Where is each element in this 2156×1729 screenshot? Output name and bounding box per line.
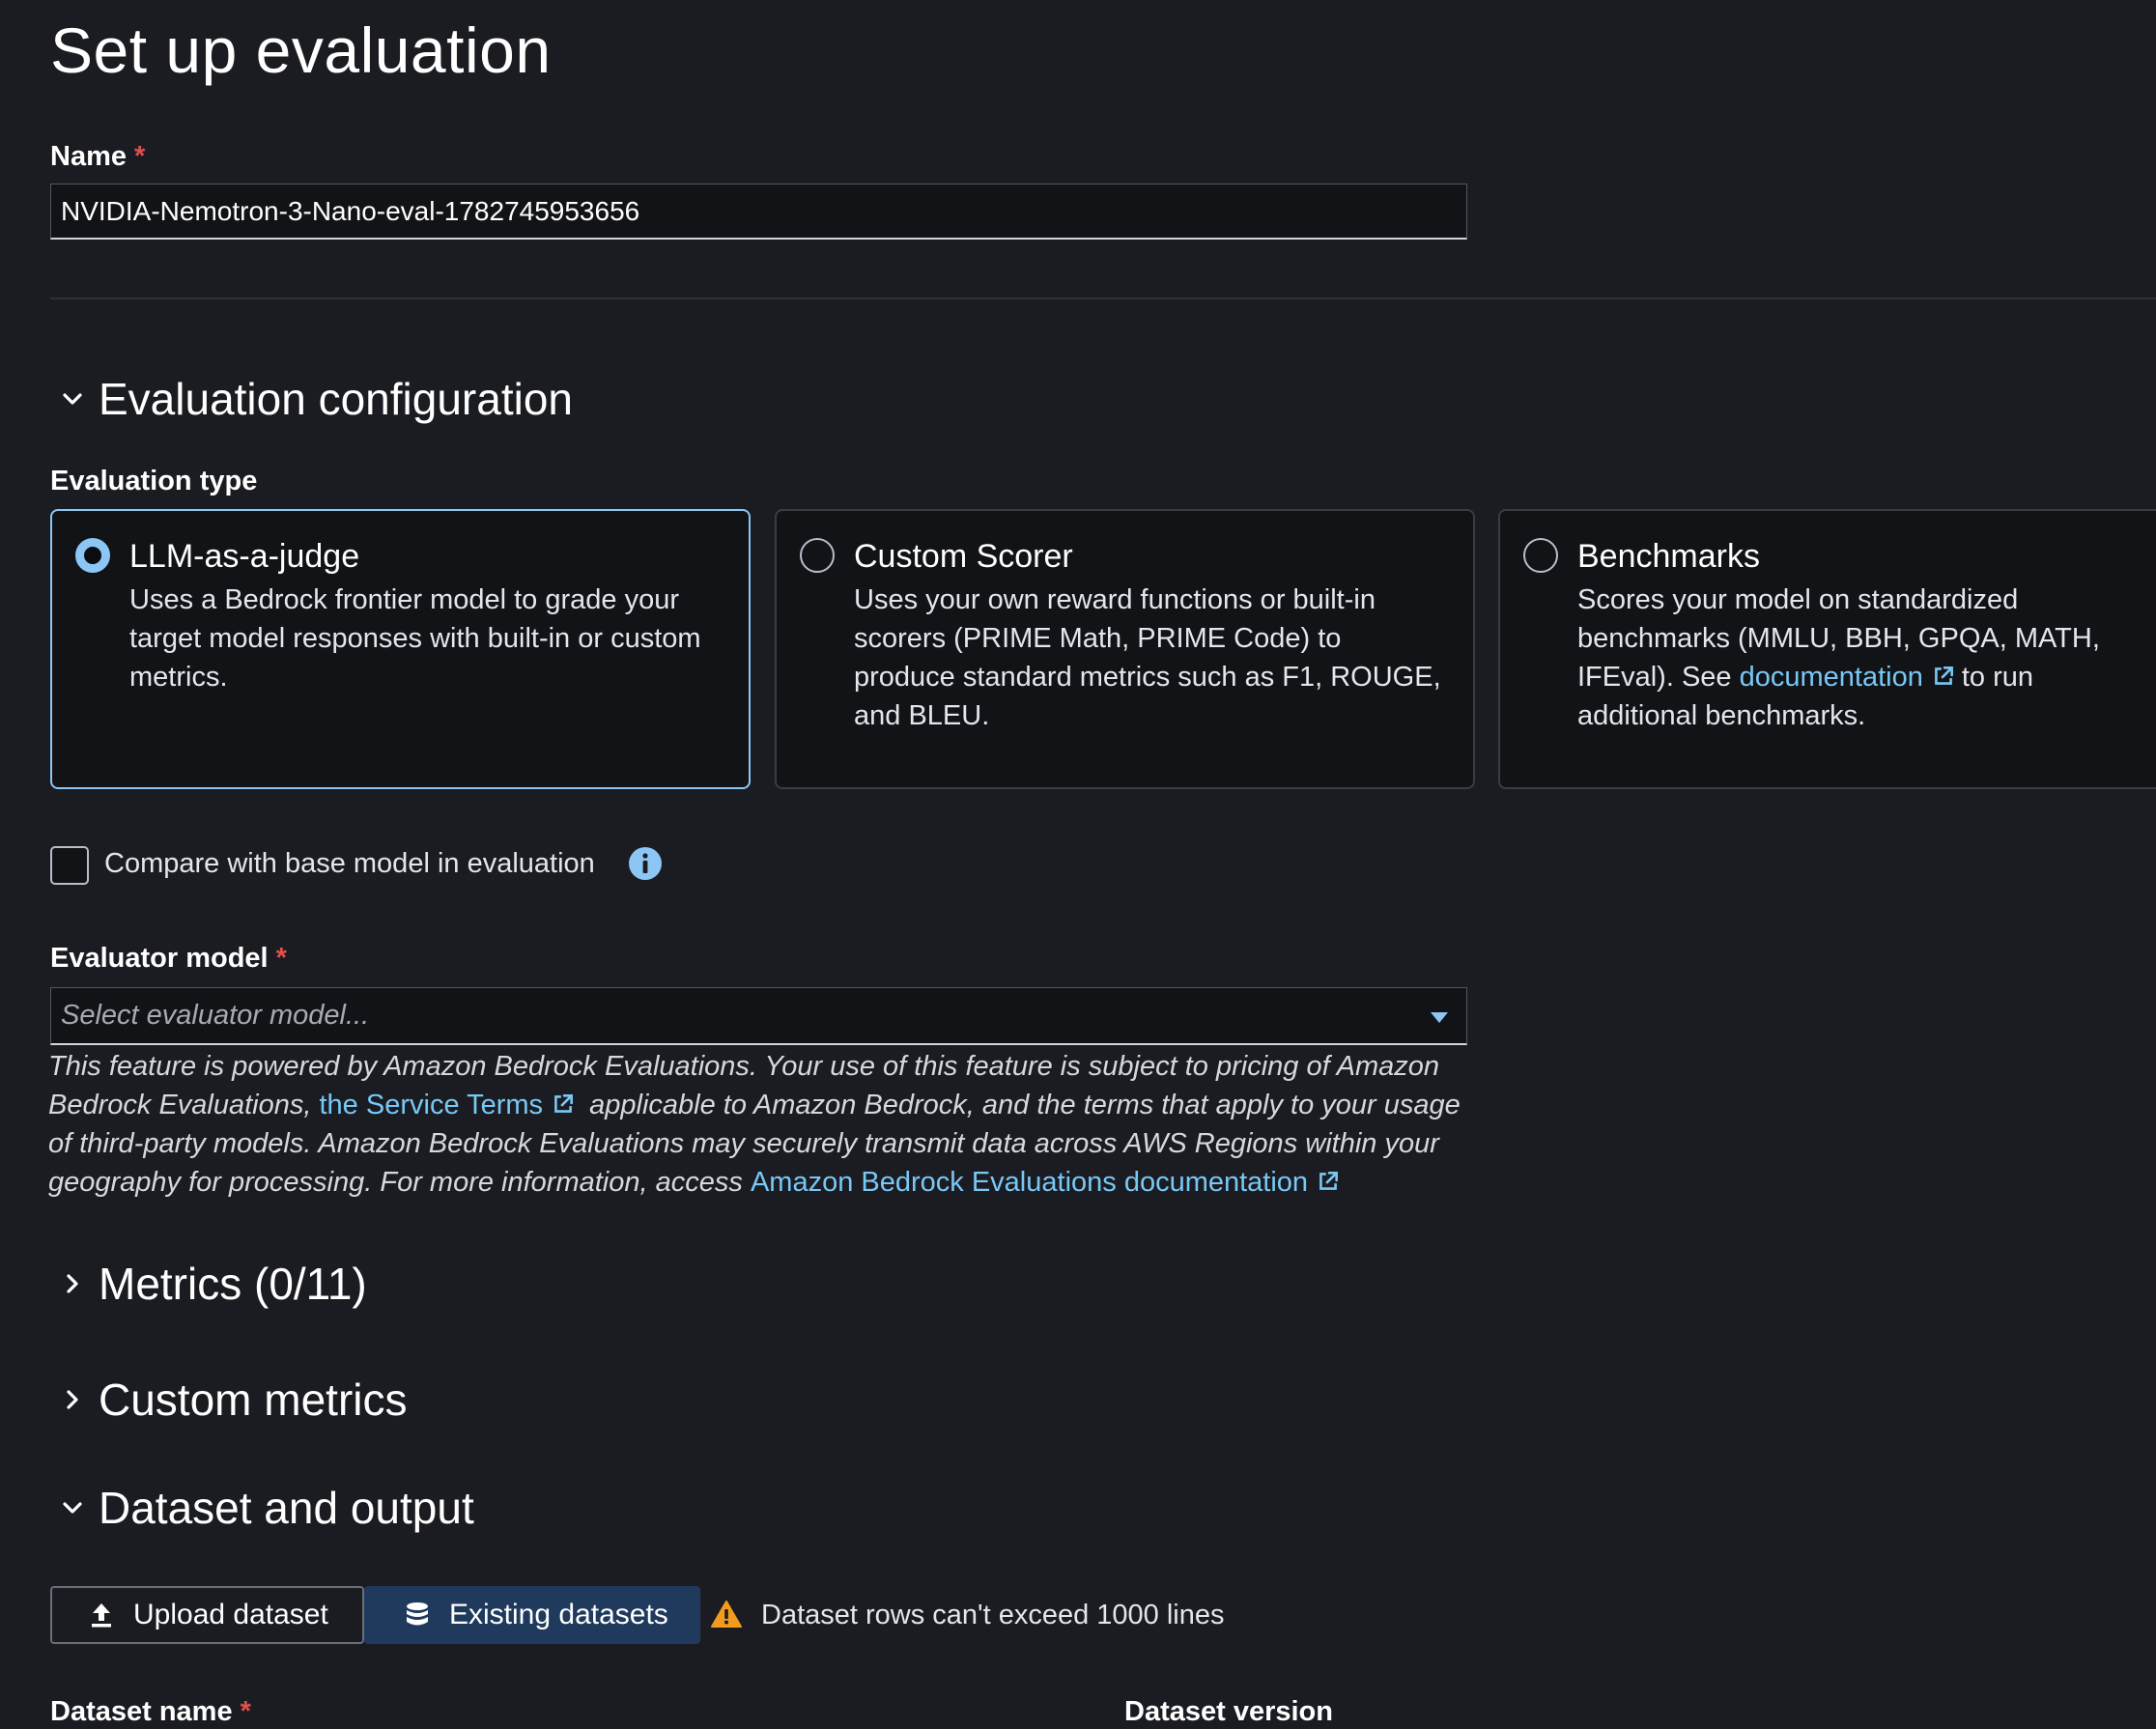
tile-title: LLM-as-a-judge bbox=[129, 538, 360, 575]
evaluation-setup-page: Set up evaluation Name* Evaluation confi… bbox=[0, 0, 2156, 1729]
service-terms-link[interactable]: the Service Terms bbox=[320, 1090, 582, 1120]
tile-description: Scores your model on standardized benchm… bbox=[1577, 581, 2134, 735]
existing-datasets-button[interactable]: Existing datasets bbox=[364, 1586, 700, 1644]
radio-button-selected[interactable] bbox=[75, 538, 110, 573]
tile-title: Custom Scorer bbox=[854, 538, 1073, 575]
chevron-down-icon bbox=[50, 1486, 95, 1530]
caret-down-icon bbox=[1431, 1012, 1448, 1023]
dataset-version-label: Dataset version bbox=[1124, 1696, 1333, 1727]
compare-base-model-checkbox[interactable] bbox=[50, 846, 89, 885]
chevron-right-icon bbox=[50, 1377, 95, 1422]
external-link-icon bbox=[554, 1094, 574, 1113]
database-icon bbox=[403, 1601, 432, 1630]
section-title: Metrics (0/11) bbox=[99, 1259, 367, 1309]
dataset-name-label: Dataset name * bbox=[50, 1696, 251, 1728]
required-mark: * bbox=[134, 141, 146, 172]
name-label-text: Name bbox=[50, 141, 127, 172]
service-terms-text: the Service Terms bbox=[319, 1090, 544, 1120]
warning-icon bbox=[711, 1601, 742, 1628]
info-icon[interactable] bbox=[628, 846, 663, 881]
radio-button[interactable] bbox=[800, 538, 835, 573]
required-mark: * bbox=[275, 943, 287, 974]
tile-benchmarks[interactable]: Benchmarks Scores your model on standard… bbox=[1498, 509, 2156, 789]
chevron-down-icon bbox=[50, 377, 95, 421]
section-title: Evaluation configuration bbox=[99, 374, 573, 424]
documentation-link[interactable]: documentation bbox=[1740, 662, 1962, 693]
upload-icon bbox=[87, 1601, 116, 1630]
bedrock-evaluations-docs-link[interactable]: Amazon Bedrock Evaluations documentation bbox=[751, 1167, 1347, 1198]
tile-llm-as-a-judge[interactable]: LLM-as-a-judge Uses a Bedrock frontier m… bbox=[50, 509, 751, 789]
dataset-output-section-header[interactable]: Dataset and output bbox=[50, 1482, 474, 1534]
tile-custom-scorer[interactable]: Custom Scorer Uses your own reward funct… bbox=[775, 509, 1475, 789]
chevron-right-icon bbox=[50, 1261, 95, 1306]
tile-description: Uses a Bedrock frontier model to grade y… bbox=[129, 584, 701, 693]
tile-description: Uses your own reward functions or built-… bbox=[854, 584, 1441, 731]
evaluator-model-label: Evaluator model * bbox=[50, 943, 287, 975]
select-placeholder: Select evaluator model... bbox=[61, 1000, 370, 1031]
page-title: Set up evaluation bbox=[50, 14, 552, 86]
required-mark: * bbox=[240, 1696, 251, 1727]
dataset-name-label-text: Dataset name bbox=[50, 1696, 233, 1727]
upload-dataset-label: Upload dataset bbox=[133, 1599, 328, 1630]
bedrock-docs-text: Amazon Bedrock Evaluations documentation bbox=[750, 1167, 1309, 1198]
upload-dataset-button[interactable]: Upload dataset bbox=[50, 1586, 364, 1644]
name-input[interactable] bbox=[50, 184, 1467, 240]
metrics-section-header[interactable]: Metrics (0/11) bbox=[50, 1258, 367, 1310]
existing-datasets-label: Existing datasets bbox=[449, 1599, 668, 1630]
evaluator-disclaimer: This feature is powered by Amazon Bedroc… bbox=[48, 1047, 1478, 1202]
section-title: Dataset and output bbox=[99, 1483, 474, 1533]
documentation-link-text: documentation bbox=[1739, 662, 1923, 693]
name-field-label: Name * bbox=[50, 141, 145, 173]
compare-checkbox-label: Compare with base model in evaluation bbox=[104, 848, 595, 879]
custom-metrics-section-header[interactable]: Custom metrics bbox=[50, 1374, 407, 1426]
evaluator-model-select[interactable]: Select evaluator model... bbox=[50, 987, 1467, 1045]
evaluation-type-label: Evaluation type bbox=[50, 466, 258, 496]
evaluation-configuration-header[interactable]: Evaluation configuration bbox=[50, 373, 573, 425]
external-link-icon bbox=[1934, 666, 1953, 685]
external-link-icon bbox=[1319, 1172, 1339, 1190]
divider bbox=[50, 298, 2156, 299]
radio-button[interactable] bbox=[1523, 538, 1558, 573]
dataset-warning-text: Dataset rows can't exceed 1000 lines bbox=[761, 1600, 1225, 1630]
tile-title: Benchmarks bbox=[1577, 538, 1760, 575]
section-title: Custom metrics bbox=[99, 1375, 408, 1425]
evaluator-label-text: Evaluator model bbox=[50, 943, 269, 974]
